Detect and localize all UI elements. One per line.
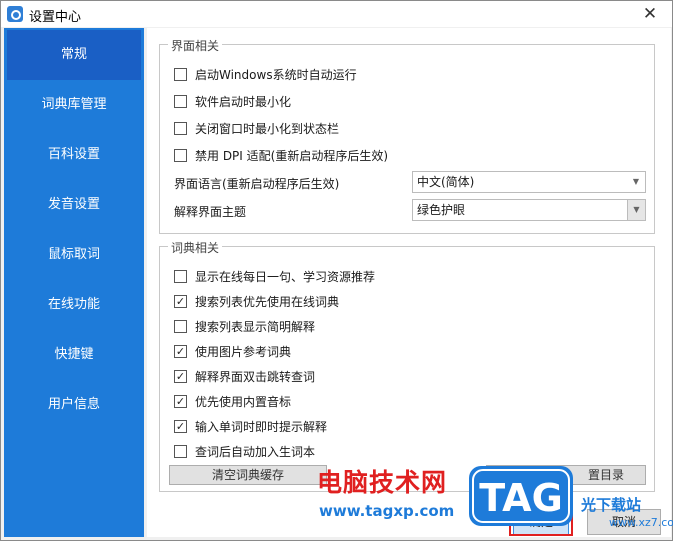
chevron-down-icon: ▼	[632, 177, 640, 186]
option-label: 禁用 DPI 适配(重新启动程序后生效)	[195, 148, 389, 163]
sidebar-item-mouse-lookup[interactable]: 鼠标取词	[4, 230, 144, 280]
builtin-phonetic-checkbox[interactable]: ✓ 优先使用内置音标	[174, 392, 291, 410]
checkbox-box	[174, 444, 187, 458]
interface-group: 界面相关 启动Windows系统时自动运行 软件启动时最小化 关闭窗口时最小化到…	[159, 37, 655, 234]
option-label: 搜索列表优先使用在线词典	[195, 294, 340, 309]
disable-dpi-checkbox[interactable]: 禁用 DPI 适配(重新启动程序后生效)	[174, 146, 388, 164]
checkbox-box	[174, 148, 187, 162]
option-label: 输入单词时即时提示解释	[195, 419, 328, 434]
image-dict-checkbox[interactable]: ✓ 使用图片参考词典	[174, 342, 291, 360]
app-search-icon	[7, 6, 23, 22]
double-click-lookup-checkbox[interactable]: ✓ 解释界面双击跳转查词	[174, 367, 315, 385]
checkbox-box	[174, 269, 187, 283]
checkbox-box	[174, 319, 187, 333]
brief-explanation-checkbox[interactable]: 搜索列表显示简明解释	[174, 317, 315, 335]
checkbox-box	[174, 67, 187, 81]
autorun-checkbox[interactable]: 启动Windows系统时自动运行	[174, 65, 357, 83]
sidebar-item-shortcuts[interactable]: 快捷键	[4, 330, 144, 380]
option-label: 查词后自动加入生词本	[195, 444, 316, 459]
interface-legend: 界面相关	[168, 37, 223, 54]
title-bar: 设置中心 ✕	[1, 1, 672, 27]
option-label: 显示在线每日一句、学习资源推荐	[195, 269, 376, 284]
settings-content: 界面相关 启动Windows系统时自动运行 软件启动时最小化 关闭窗口时最小化到…	[147, 28, 673, 537]
clear-dict-cache-button[interactable]: 清空词典缓存	[169, 465, 327, 485]
checkbox-box	[174, 121, 187, 135]
theme-value: 绿色护眼	[417, 203, 466, 217]
theme-select[interactable]: 绿色护眼 ▼	[412, 199, 646, 221]
option-label: 优先使用内置音标	[195, 394, 292, 409]
tag-logo-icon: TAG	[469, 466, 573, 526]
auto-add-wordbook-checkbox[interactable]: 查词后自动加入生词本	[174, 442, 315, 460]
sidebar-item-pronunciation[interactable]: 发音设置	[4, 180, 144, 230]
dictionary-legend: 词典相关	[168, 239, 223, 256]
sidebar-item-encyclopedia[interactable]: 百科设置	[4, 130, 144, 180]
option-label: 解释界面双击跳转查词	[195, 369, 316, 384]
option-label: 关闭窗口时最小化到状态栏	[195, 121, 340, 136]
watermark-brand: 电脑技术网	[317, 468, 448, 497]
theme-label: 解释界面主题	[174, 205, 247, 219]
sidebar-item-general[interactable]: 常规	[7, 30, 141, 80]
language-value: 中文(简体)	[417, 175, 475, 189]
option-label: 启动Windows系统时自动运行	[195, 67, 357, 82]
start-minimized-checkbox[interactable]: 软件启动时最小化	[174, 92, 291, 110]
watermark-site-url: www.xz7.com	[609, 516, 673, 529]
check-icon: ✓	[174, 294, 187, 308]
dictionary-group: 词典相关 显示在线每日一句、学习资源推荐 ✓ 搜索列表优先使用在线词典 搜索列表…	[159, 239, 655, 492]
check-icon: ✓	[174, 344, 187, 358]
window-title: 设置中心	[29, 10, 82, 25]
sidebar-item-user-info[interactable]: 用户信息	[4, 380, 144, 430]
instant-hint-checkbox[interactable]: ✓ 输入单词时即时提示解释	[174, 417, 327, 435]
sidebar-item-online[interactable]: 在线功能	[4, 280, 144, 330]
option-label: 搜索列表显示简明解释	[195, 319, 316, 334]
watermark-site: 光下载站	[581, 496, 642, 514]
settings-window: 设置中心 ✕ 常规 词典库管理 百科设置 发音设置 鼠标取词 在线功能 快捷键 …	[0, 0, 673, 541]
check-icon: ✓	[174, 419, 187, 433]
checkbox-box	[174, 94, 187, 108]
daily-sentence-checkbox[interactable]: 显示在线每日一句、学习资源推荐	[174, 267, 375, 285]
option-label: 软件启动时最小化	[195, 94, 292, 109]
settings-sidebar: 常规 词典库管理 百科设置 发音设置 鼠标取词 在线功能 快捷键 用户信息	[4, 28, 144, 537]
check-icon: ✓	[174, 369, 187, 383]
option-label: 使用图片参考词典	[195, 344, 292, 359]
online-dict-first-checkbox[interactable]: ✓ 搜索列表优先使用在线词典	[174, 292, 339, 310]
chevron-down-icon: ▼	[627, 200, 645, 220]
language-label: 界面语言(重新启动程序后生效)	[174, 177, 340, 191]
minimize-to-tray-checkbox[interactable]: 关闭窗口时最小化到状态栏	[174, 119, 339, 137]
close-button[interactable]: ✕	[632, 1, 668, 27]
watermark-url: www.tagxp.com	[319, 502, 455, 520]
language-select[interactable]: 中文(简体) ▼	[412, 171, 646, 193]
sidebar-item-dictionary-library[interactable]: 词典库管理	[4, 80, 144, 130]
check-icon: ✓	[174, 394, 187, 408]
watermark-logo-text: TAG	[479, 476, 563, 520]
